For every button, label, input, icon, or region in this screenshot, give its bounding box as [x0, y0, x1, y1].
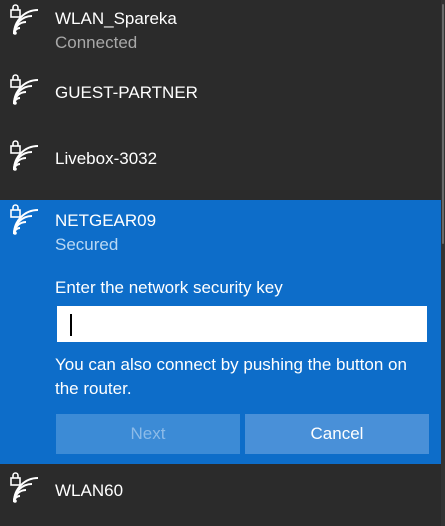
text-caret [70, 314, 72, 336]
network-item-livebox-3032[interactable]: Livebox-3032 [0, 128, 441, 200]
network-name: WLAN_Spareka [55, 9, 177, 28]
security-key-input[interactable] [57, 306, 427, 342]
network-item-wlan-spareka[interactable]: WLAN_Spareka Connected [0, 0, 441, 64]
next-button[interactable]: Next [56, 414, 240, 454]
wps-hint-text: You can also connect by pushing the butt… [55, 355, 407, 398]
network-name: WLAN60 [55, 481, 124, 500]
wifi-secured-icon [8, 204, 40, 238]
security-key-label: Enter the network security key [55, 278, 283, 297]
scrollbar-thumb[interactable] [442, 4, 444, 244]
wifi-secured-icon [8, 74, 40, 108]
scrollbar[interactable] [441, 0, 445, 526]
network-item-netgear09[interactable]: NETGEAR09 Secured Enter the network secu… [0, 200, 441, 464]
network-name: Livebox-3032 [55, 149, 158, 168]
network-status: Connected [55, 33, 138, 52]
network-name: GUEST-PARTNER [55, 83, 198, 102]
network-status: Secured [55, 235, 119, 254]
wifi-secured-icon [8, 472, 40, 506]
network-name: NETGEAR09 [55, 211, 157, 230]
network-item-wlan60[interactable]: WLAN60 [0, 464, 441, 526]
wifi-flyout: WLAN_Spareka Connected GUEST-PARTNER Liv… [0, 0, 445, 526]
cancel-button[interactable]: Cancel [245, 414, 429, 454]
wifi-secured-icon [8, 4, 40, 38]
wifi-secured-icon [8, 140, 40, 174]
network-item-guest-partner[interactable]: GUEST-PARTNER [0, 64, 441, 128]
